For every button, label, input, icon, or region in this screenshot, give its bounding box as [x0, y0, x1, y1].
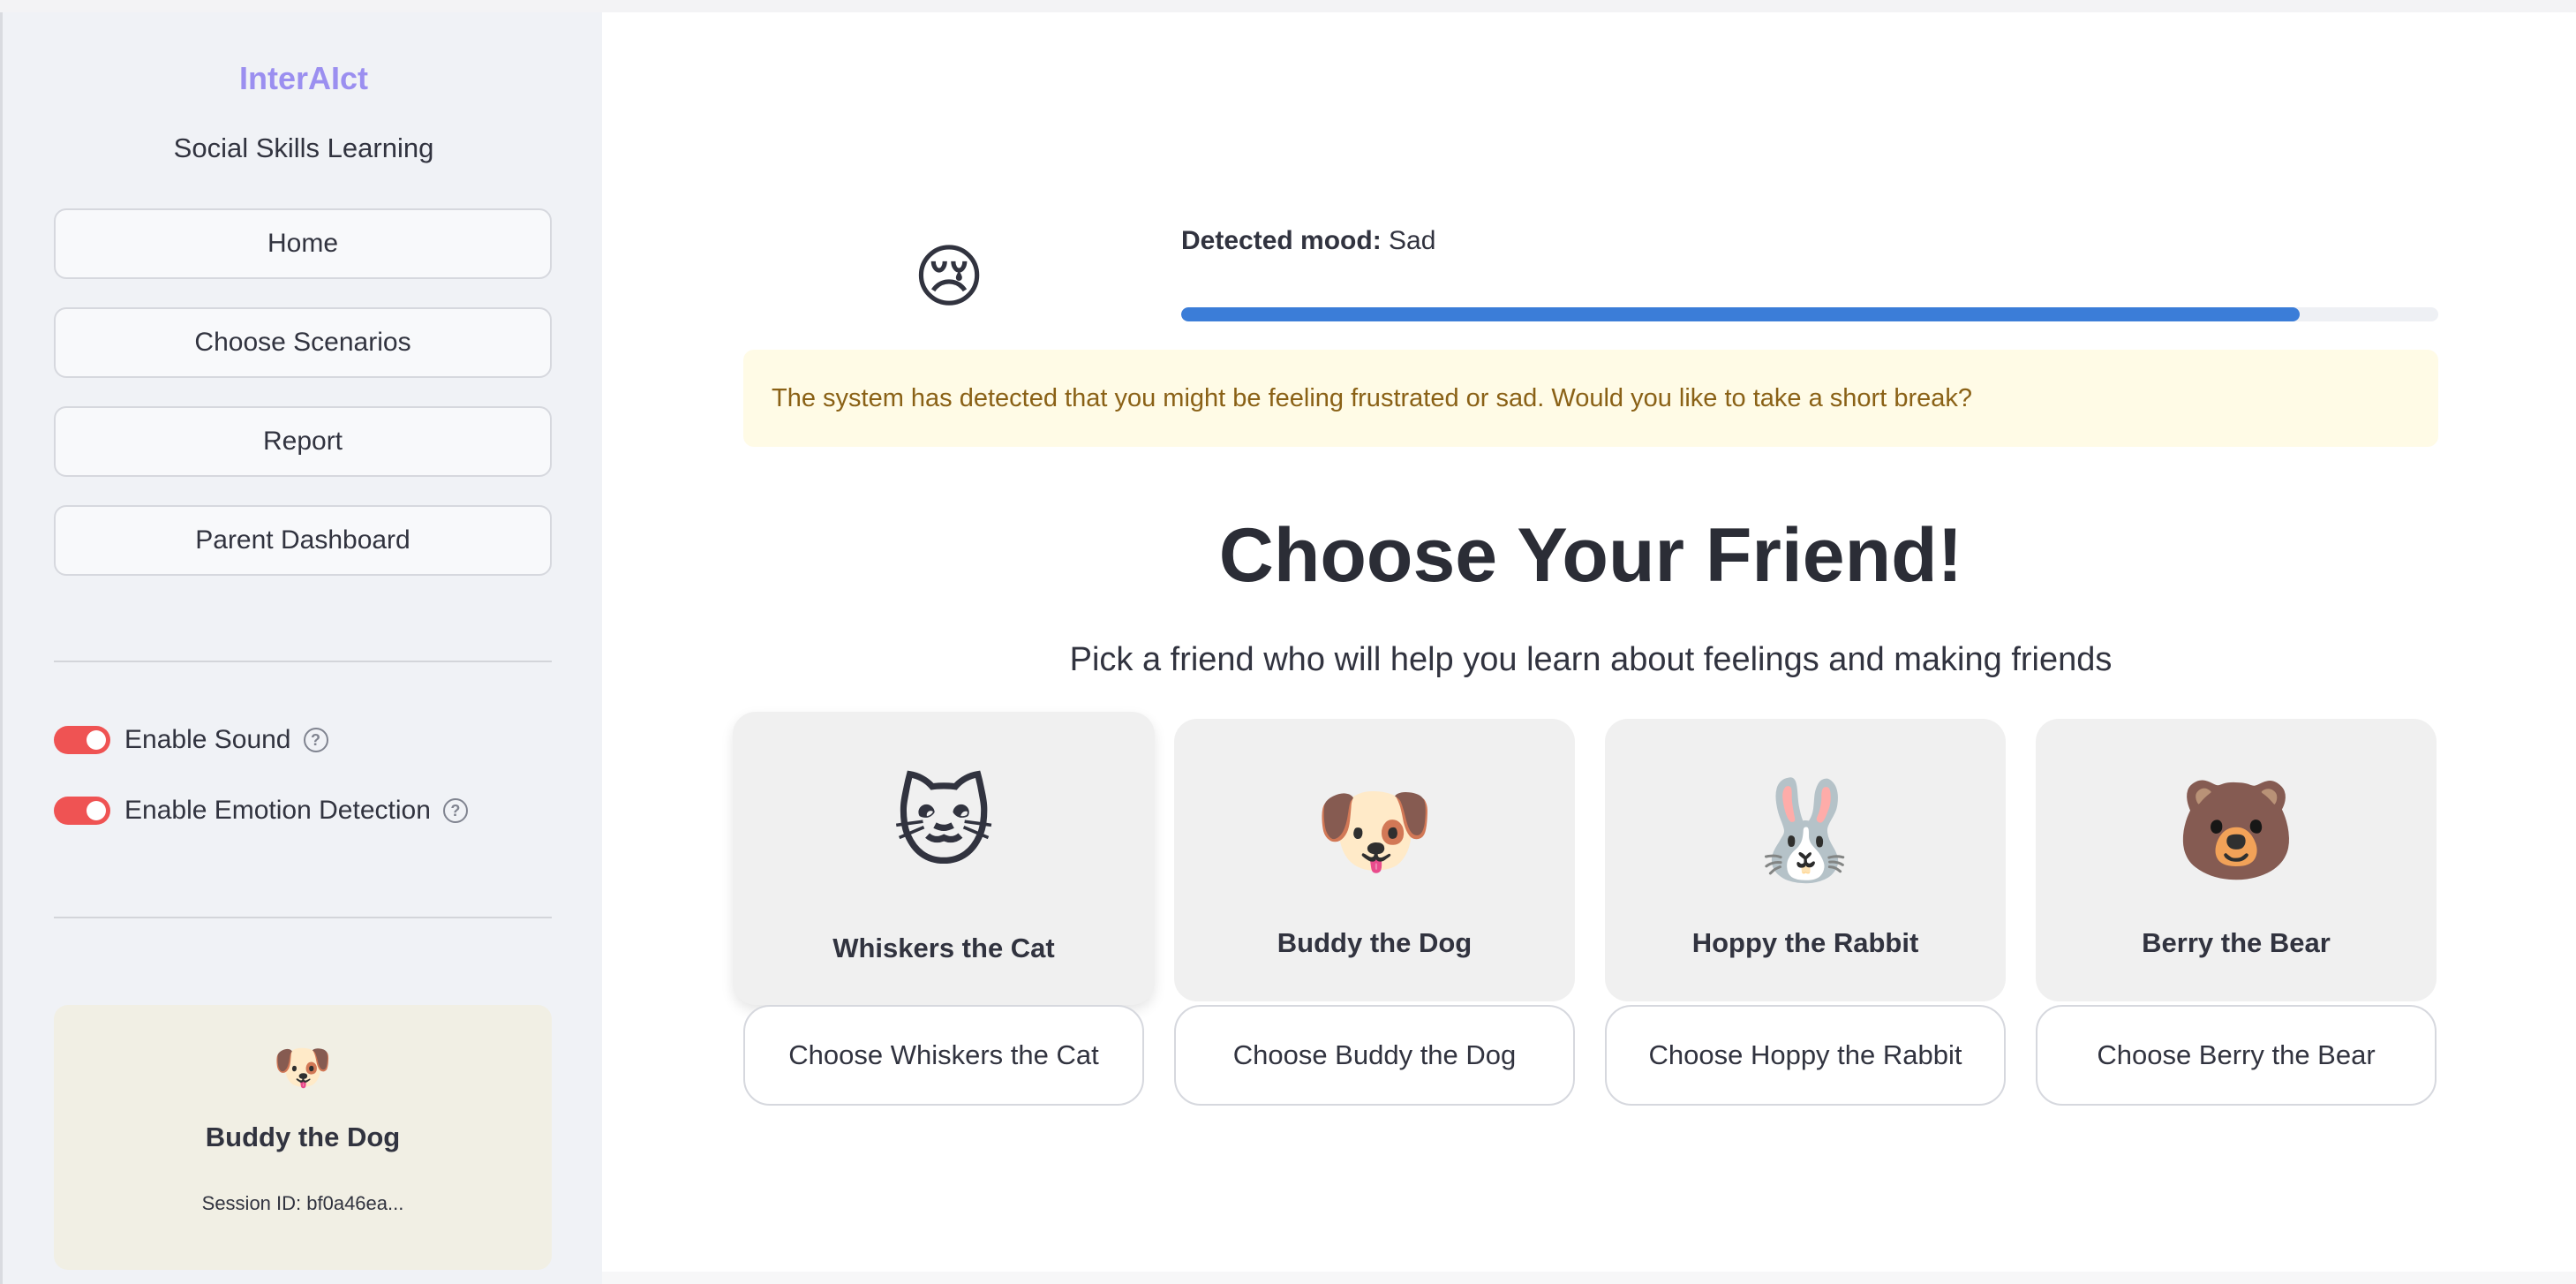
choose-dog-button[interactable]: Choose Buddy the Dog: [1174, 1005, 1575, 1106]
nav-home-button[interactable]: Home: [54, 208, 552, 279]
sound-toggle[interactable]: [54, 726, 110, 754]
choose-bear-button[interactable]: Choose Berry the Bear: [2036, 1005, 2437, 1106]
friend-card-rabbit[interactable]: 🐰 Hoppy the Rabbit: [1605, 719, 2006, 1001]
friend-card-dog[interactable]: 🐶 Buddy the Dog: [1174, 719, 1575, 1001]
friend-name: Whiskers the Cat: [832, 933, 1055, 963]
friend-card-cat[interactable]: 🐱 Whiskers the Cat: [733, 712, 1155, 1005]
page-title: Choose Your Friend!: [1218, 513, 1963, 598]
friend-name: Buddy the Dog: [1277, 927, 1473, 958]
current-friend-name: Buddy the Dog: [205, 1122, 401, 1152]
sidebar-divider: [54, 917, 552, 918]
emotion-detection-toggle[interactable]: [54, 797, 110, 825]
mood-label: Detected mood:: [1181, 226, 1382, 255]
mood-value: Sad: [1389, 226, 1436, 255]
friend-name: Hoppy the Rabbit: [1691, 927, 1919, 958]
bottom-edge: [602, 1272, 2576, 1284]
sound-toggle-label: Enable Sound: [124, 725, 291, 754]
choose-rabbit-button[interactable]: Choose Hoppy the Rabbit: [1605, 1005, 2006, 1106]
sad-face-icon: 😢: [913, 238, 985, 315]
nav-report-button[interactable]: Report: [54, 406, 552, 477]
top-edge: [0, 0, 2576, 12]
friend-name: Berry the Bear: [2142, 927, 2331, 958]
bear-icon: 🐻: [2175, 776, 2297, 885]
choose-cat-button[interactable]: Choose Whiskers the Cat: [743, 1005, 1144, 1106]
dog-icon: 🐶: [273, 1041, 333, 1094]
emotion-toggle-row: Enable Emotion Detection ?: [54, 793, 468, 828]
dog-icon: 🐶: [1314, 776, 1435, 885]
cat-icon: 🐱: [893, 769, 995, 878]
session-id: Session ID: bf0a46ea...: [201, 1192, 404, 1214]
friend-card-bear[interactable]: 🐻 Berry the Bear: [2036, 719, 2437, 1001]
nav-choose-scenarios-button[interactable]: Choose Scenarios: [54, 307, 552, 378]
break-alert: The system has detected that you might b…: [743, 350, 2438, 447]
help-icon[interactable]: ?: [303, 728, 328, 752]
emotion-toggle-label: Enable Emotion Detection: [124, 796, 431, 825]
sidebar: InterAIct Social Skills Learning Home Ch…: [0, 12, 602, 1284]
current-friend-card: 🐶 Buddy the Dog Session ID: bf0a46ea...: [54, 1005, 552, 1270]
mood-progress-fill: [1181, 307, 2301, 321]
rabbit-icon: 🐰: [1744, 776, 1866, 885]
mood-progress-bar: [1181, 307, 2438, 321]
sidebar-divider: [54, 661, 552, 662]
sound-toggle-row: Enable Sound ?: [54, 722, 328, 758]
detected-mood: Detected mood: Sad: [1181, 226, 1435, 256]
page-subtitle: Pick a friend who will help you learn ab…: [1069, 641, 2113, 678]
app-subtitle: Social Skills Learning: [173, 132, 434, 163]
nav-parent-dashboard-button[interactable]: Parent Dashboard: [54, 505, 552, 576]
app-brand: InterAIct: [238, 60, 369, 96]
help-icon[interactable]: ?: [442, 798, 468, 823]
